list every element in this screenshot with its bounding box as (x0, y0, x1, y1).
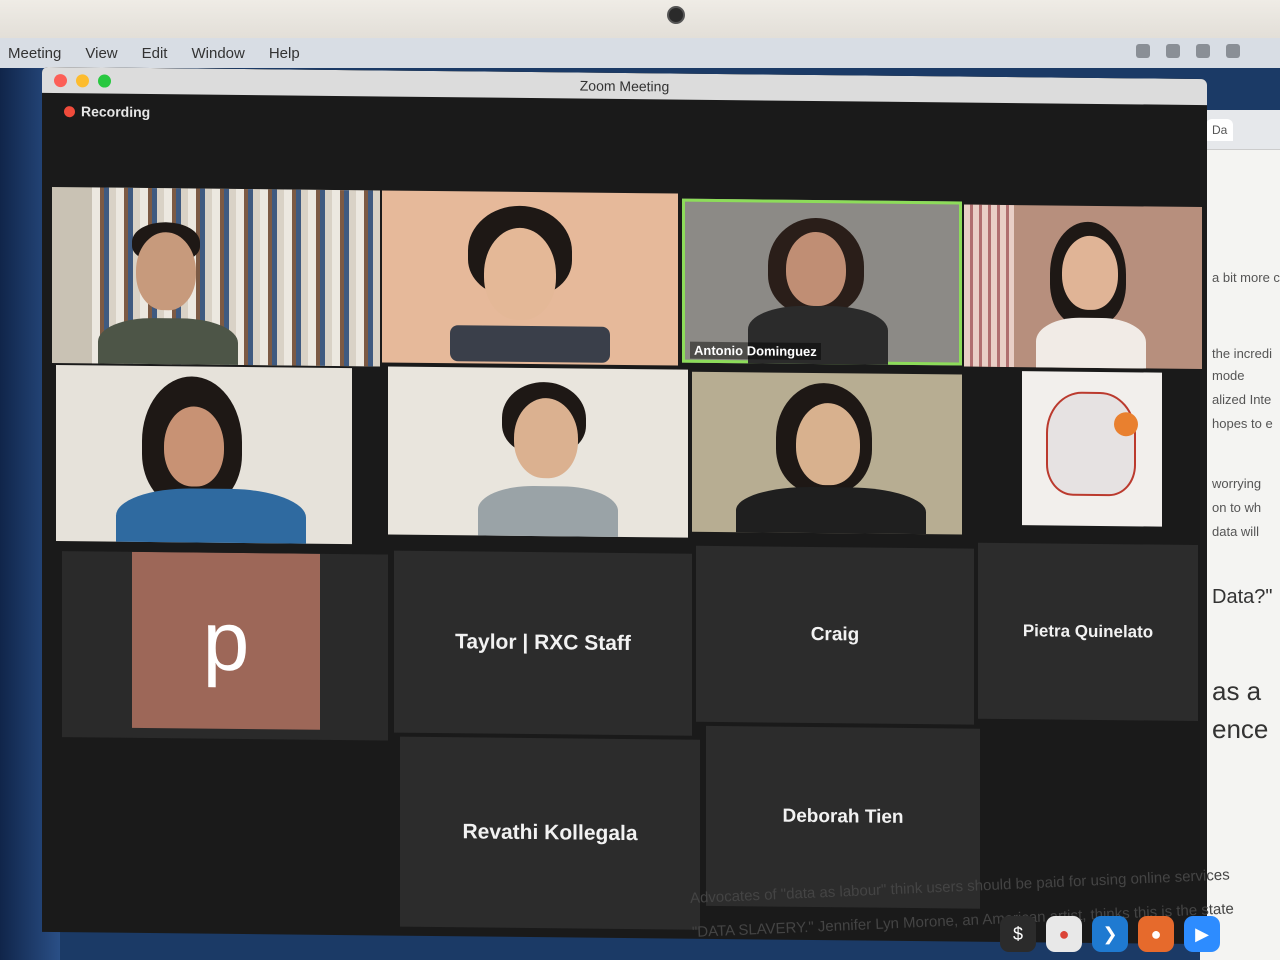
record-icon (64, 105, 75, 117)
browser-heading: Data?" (1212, 586, 1273, 608)
participant-name: Deborah Tien (782, 805, 904, 828)
video-tile[interactable] (388, 366, 688, 538)
browser-text: data will (1212, 524, 1259, 539)
window-title: Zoom Meeting (579, 77, 670, 95)
menu-edit[interactable]: Edit (142, 45, 168, 62)
browser-text: on to wh (1212, 500, 1262, 515)
zoom-icon[interactable]: ▶ (1184, 916, 1220, 952)
browser-tab[interactable]: Da (1206, 118, 1234, 141)
browser-text: hopes to e (1212, 416, 1273, 431)
menu-view[interactable]: View (85, 45, 117, 62)
wifi-icon[interactable] (1166, 44, 1180, 58)
clock-icon[interactable] (1226, 44, 1240, 58)
menubar-status-icons (1136, 44, 1240, 58)
participant-tile[interactable]: Revathi Kollegala (400, 736, 700, 930)
browser-text: a bit more c (1212, 270, 1280, 285)
laptop-bezel (0, 0, 1280, 40)
video-tile[interactable] (56, 365, 352, 545)
participant-tile[interactable]: p (62, 551, 388, 741)
dock: $ ● ❯ ● ▶ (1000, 916, 1220, 952)
participant-avatar: p (132, 551, 320, 730)
participant-tile[interactable]: Craig (696, 545, 974, 725)
video-tile[interactable] (52, 187, 380, 367)
wolf-avatar-icon (1046, 391, 1136, 497)
menubar: Meeting View Edit Window Help (0, 38, 1280, 68)
battery-icon[interactable] (1196, 44, 1210, 58)
screen: Meeting View Edit Window Help Da a bit m… (0, 38, 1280, 960)
participant-name: Revathi Kollegala (462, 820, 638, 846)
video-tile[interactable] (964, 204, 1202, 370)
video-tile-active-speaker[interactable]: Antonio Dominguez (682, 198, 962, 366)
zoom-window: Zoom Meeting Recording Antonio Dominguez… (42, 66, 1207, 945)
browser-window: Da a bit more c the incredi mode alized … (1200, 110, 1280, 960)
browser-text: mode (1212, 368, 1245, 383)
video-tile-avatar-image[interactable] (1022, 371, 1162, 527)
participant-name: Pietra Quinelato (1022, 621, 1154, 642)
browser-heading: as a (1212, 676, 1262, 706)
participant-name: Craig (810, 623, 860, 646)
menu-window[interactable]: Window (191, 45, 244, 62)
browser-text: worrying (1212, 476, 1262, 491)
video-tile[interactable] (692, 371, 962, 535)
browser-tabbar: Da (1200, 110, 1280, 150)
browser-heading: ence (1212, 714, 1269, 744)
participant-name: Taylor | RXC Staff (455, 630, 631, 656)
recording-indicator[interactable]: Recording (64, 103, 150, 120)
video-tile[interactable] (382, 190, 678, 366)
screen-share-icon[interactable] (1136, 44, 1150, 58)
browser-text: the incredi (1212, 346, 1272, 361)
vscode-icon[interactable]: ❯ (1092, 916, 1128, 952)
curtain (964, 204, 1014, 368)
flower-icon (1114, 412, 1138, 437)
terminal-icon[interactable]: $ (1000, 916, 1036, 952)
recording-label: Recording (81, 103, 151, 121)
webcam-icon (667, 6, 685, 24)
browser-text: alized Inte (1212, 392, 1272, 407)
participant-name-label: Antonio Dominguez (690, 341, 821, 361)
menu-meeting[interactable]: Meeting (8, 45, 61, 62)
firefox-icon[interactable]: ● (1138, 916, 1174, 952)
chrome-icon[interactable]: ● (1046, 916, 1082, 952)
window-titlebar: Zoom Meeting (42, 66, 1207, 106)
participant-tile[interactable]: Pietra Quinelato (978, 542, 1198, 722)
menu-help[interactable]: Help (269, 45, 300, 62)
participant-tile[interactable]: Taylor | RXC Staff (394, 550, 692, 736)
